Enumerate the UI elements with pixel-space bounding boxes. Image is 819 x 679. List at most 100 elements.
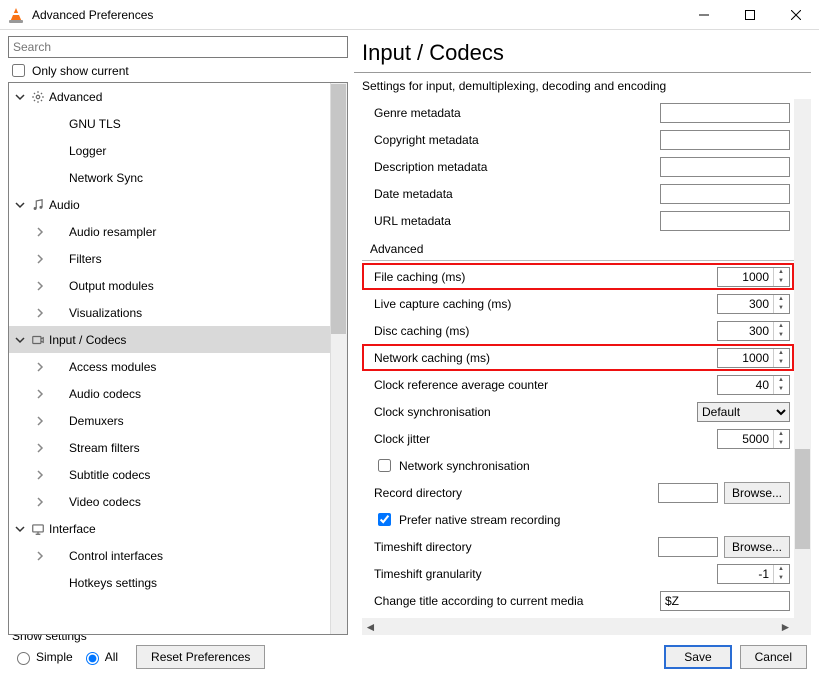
- panel-vscrollbar[interactable]: [794, 99, 811, 635]
- meta-url-row: URL metadata: [362, 207, 794, 234]
- tree-item[interactable]: Visualizations: [9, 299, 347, 326]
- tree-item[interactable]: Network Sync: [9, 164, 347, 191]
- maximize-button[interactable]: [727, 0, 773, 30]
- clock-sync-select[interactable]: Default: [697, 402, 790, 422]
- spin-up-icon[interactable]: ▲: [774, 565, 788, 574]
- chevron-icon[interactable]: [11, 92, 29, 102]
- record-dir-input[interactable]: [658, 483, 718, 503]
- network-caching-row: Network caching (ms)▲▼: [362, 344, 794, 371]
- tree-item[interactable]: Output modules: [9, 272, 347, 299]
- prefer-native-checkbox[interactable]: [378, 513, 391, 526]
- tree-item[interactable]: Input / Codecs: [9, 326, 347, 353]
- chevron-icon[interactable]: [31, 308, 49, 318]
- network-sync-checkbox[interactable]: [378, 459, 391, 472]
- chevron-icon[interactable]: [31, 227, 49, 237]
- number-spinner[interactable]: ▲▼: [717, 294, 790, 314]
- spin-down-icon[interactable]: ▼: [774, 304, 788, 313]
- description-input[interactable]: [660, 157, 790, 177]
- tree-item[interactable]: Subtitle codecs: [9, 461, 347, 488]
- tree-item-label: Hotkeys settings: [67, 576, 347, 590]
- tree-item[interactable]: Filters: [9, 245, 347, 272]
- genre-input[interactable]: [660, 103, 790, 123]
- tree-item[interactable]: Audio: [9, 191, 347, 218]
- titlebar: Advanced Preferences: [0, 0, 819, 30]
- setting-label: Record directory: [374, 486, 658, 500]
- spin-down-icon[interactable]: ▼: [774, 358, 788, 367]
- preferences-tree[interactable]: AdvancedGNU TLSLoggerNetwork SyncAudioAu…: [8, 82, 348, 635]
- tree-item[interactable]: Hotkeys settings: [9, 569, 347, 596]
- browse-button[interactable]: Browse...: [724, 482, 790, 504]
- tree-item[interactable]: Stream filters: [9, 434, 347, 461]
- tree-item[interactable]: Audio codecs: [9, 380, 347, 407]
- spin-up-icon[interactable]: ▲: [774, 268, 788, 277]
- search-input[interactable]: [8, 36, 348, 58]
- tree-item[interactable]: Control interfaces: [9, 542, 347, 569]
- scroll-left-icon[interactable]: ◄: [362, 618, 379, 635]
- chevron-icon[interactable]: [31, 281, 49, 291]
- number-spinner[interactable]: ▲▼: [717, 321, 790, 341]
- cancel-button[interactable]: Cancel: [740, 645, 807, 669]
- tree-item[interactable]: Logger: [9, 137, 347, 164]
- chevron-icon[interactable]: [31, 497, 49, 507]
- spin-up-icon[interactable]: ▲: [774, 322, 788, 331]
- close-button[interactable]: [773, 0, 819, 30]
- url-input[interactable]: [660, 211, 790, 231]
- setting-label: Clock jitter: [374, 432, 717, 446]
- radio-simple[interactable]: Simple: [12, 649, 73, 665]
- spin-up-icon[interactable]: ▲: [774, 295, 788, 304]
- meta-genre-row: Genre metadata: [362, 99, 794, 126]
- chevron-icon[interactable]: [31, 551, 49, 561]
- tree-item[interactable]: Interface: [9, 515, 347, 542]
- chevron-icon[interactable]: [11, 524, 29, 534]
- spin-up-icon[interactable]: ▲: [774, 430, 788, 439]
- spin-up-icon[interactable]: ▲: [774, 376, 788, 385]
- spin-down-icon[interactable]: ▼: [774, 385, 788, 394]
- number-spinner[interactable]: ▲▼: [717, 267, 790, 287]
- tree-item[interactable]: GNU TLS: [9, 110, 347, 137]
- tree-item[interactable]: Video codecs: [9, 488, 347, 515]
- chevron-icon[interactable]: [11, 335, 29, 345]
- chevron-icon[interactable]: [31, 443, 49, 453]
- setting-label: Copyright metadata: [374, 133, 660, 147]
- radio-all[interactable]: All: [81, 649, 118, 665]
- only-current-checkbox[interactable]: [12, 64, 25, 77]
- spin-up-icon[interactable]: ▲: [774, 349, 788, 358]
- spin-down-icon[interactable]: ▼: [774, 277, 788, 286]
- date-input[interactable]: [660, 184, 790, 204]
- timeshift-dir-row: Timeshift directoryBrowse...: [362, 533, 794, 560]
- tree-item[interactable]: Advanced: [9, 83, 347, 110]
- chevron-icon[interactable]: [31, 416, 49, 426]
- advanced-section-header: Advanced: [362, 234, 794, 258]
- tree-item-label: Visualizations: [67, 306, 347, 320]
- chevron-icon[interactable]: [31, 470, 49, 480]
- scroll-right-icon[interactable]: ►: [777, 618, 794, 635]
- setting-label: Network synchronisation: [399, 459, 530, 473]
- tree-item[interactable]: Access modules: [9, 353, 347, 380]
- chevron-icon[interactable]: [31, 254, 49, 264]
- title-format-row: Change title according to current media: [362, 587, 794, 614]
- number-spinner[interactable]: ▲▼: [717, 564, 790, 584]
- tree-item[interactable]: Audio resampler: [9, 218, 347, 245]
- tree-item[interactable]: Demuxers: [9, 407, 347, 434]
- number-spinner[interactable]: ▲▼: [717, 375, 790, 395]
- number-spinner[interactable]: ▲▼: [717, 429, 790, 449]
- title-format-input[interactable]: [660, 591, 790, 611]
- spin-down-icon[interactable]: ▼: [774, 331, 788, 340]
- reset-button[interactable]: Reset Preferences: [136, 645, 265, 669]
- tree-item-label: Interface: [47, 522, 347, 536]
- save-button[interactable]: Save: [664, 645, 731, 669]
- chevron-icon[interactable]: [11, 200, 29, 210]
- minimize-button[interactable]: [681, 0, 727, 30]
- tree-scrollbar[interactable]: [330, 83, 347, 634]
- copyright-input[interactable]: [660, 130, 790, 150]
- record-dir-row: Record directory Browse...: [362, 479, 794, 506]
- spin-down-icon[interactable]: ▼: [774, 574, 788, 583]
- panel-hscrollbar[interactable]: ◄ ►: [362, 618, 794, 635]
- chevron-icon[interactable]: [31, 389, 49, 399]
- chevron-icon[interactable]: [31, 362, 49, 372]
- browse-button[interactable]: Browse...: [724, 536, 790, 558]
- spin-down-icon[interactable]: ▼: [774, 439, 788, 448]
- timeshift-granularity-row: Timeshift granularity▲▼: [362, 560, 794, 587]
- timeshift-dir-input[interactable]: [658, 537, 718, 557]
- number-spinner[interactable]: ▲▼: [717, 348, 790, 368]
